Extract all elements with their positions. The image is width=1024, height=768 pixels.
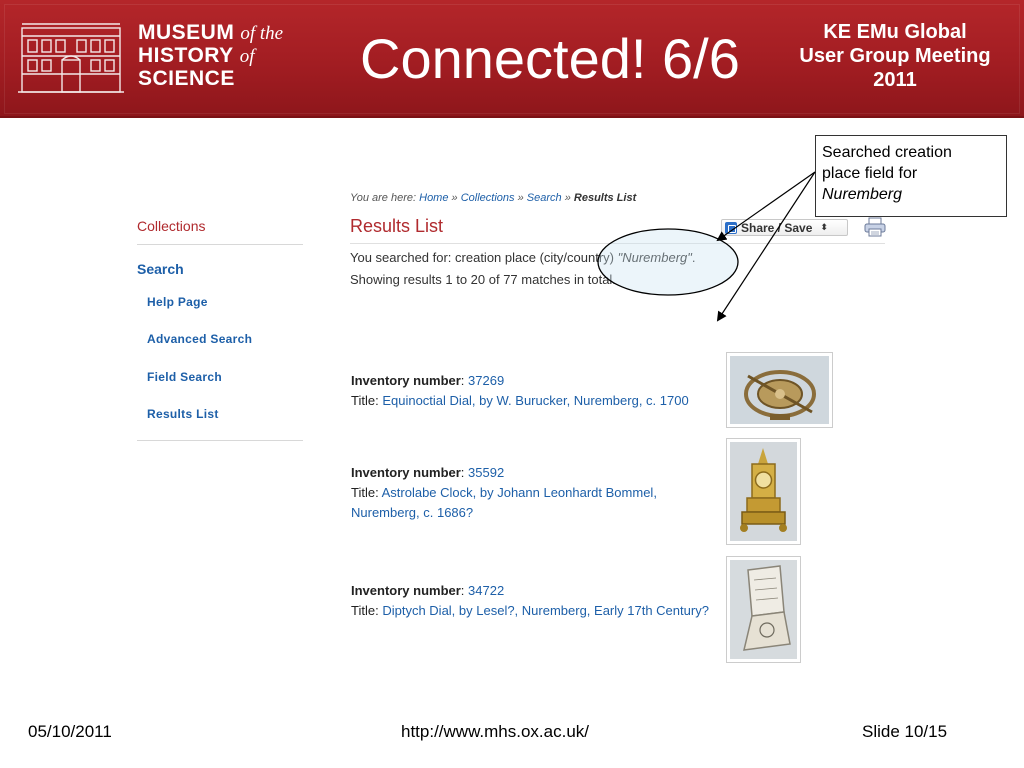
inventory-line: Inventory number: 34722 xyxy=(351,583,505,598)
result-item: Inventory number: 35592 Title: Astrolabe… xyxy=(351,463,721,523)
logo-italic: of the xyxy=(240,23,284,44)
sidebar-item-results-list[interactable]: Results List xyxy=(147,407,303,425)
astrolabe-clock-image xyxy=(730,442,797,541)
logo-italic: of xyxy=(239,46,255,67)
header-banner: MUSEUM of the HISTORY of SCIENCE Connected… xyxy=(0,0,1024,118)
breadcrumb-home-link[interactable]: Home xyxy=(419,192,448,204)
meeting-line: 2011 xyxy=(873,69,917,91)
printer-icon[interactable] xyxy=(864,217,886,237)
museum-building-icon xyxy=(18,23,124,93)
annotation-callout: Searched creation place field for Nuremb… xyxy=(815,135,1007,217)
meeting-line: KE EMu Global xyxy=(823,21,967,43)
inventory-label: Inventory number xyxy=(351,583,461,598)
share-save-label: Share / Save xyxy=(741,220,813,235)
inventory-number-link[interactable]: 37269 xyxy=(468,373,504,388)
query-suffix: . xyxy=(691,250,696,265)
diptych-dial-image xyxy=(730,560,797,659)
result-title-link[interactable]: Equinoctial Dial, by W. Burucker, Nuremb… xyxy=(382,393,688,408)
inventory-number-link[interactable]: 34722 xyxy=(468,583,504,598)
meeting-title: KE EMu Global User Group Meeting 2011 xyxy=(775,20,1015,100)
logo-word: HISTORY xyxy=(138,44,234,67)
museum-logo: MUSEUM of the HISTORY of SCIENCE xyxy=(138,22,318,102)
result-thumbnail[interactable] xyxy=(726,556,801,663)
query-value: "Nuremberg" xyxy=(617,250,692,265)
sidebar-item-advanced-search[interactable]: Advanced Search xyxy=(147,332,303,350)
callout-line: Searched creation xyxy=(822,144,952,161)
title-label: Title: xyxy=(351,603,379,618)
chevron-updown-icon: ⬍ xyxy=(820,222,828,232)
breadcrumb-prefix: You are here: xyxy=(350,192,417,204)
title-label: Title: xyxy=(351,393,379,408)
results-count: Showing results 1 to 20 of 77 matches in… xyxy=(350,272,616,287)
callout-line: Nuremberg xyxy=(822,186,903,203)
logo-word: MUSEUM xyxy=(138,21,235,44)
result-thumbnail[interactable] xyxy=(726,352,833,428)
slide-title: Connected! 6/6 xyxy=(360,27,740,90)
sidebar-divider xyxy=(137,244,303,245)
inventory-label: Inventory number xyxy=(351,465,461,480)
title-label: Title: xyxy=(351,485,379,500)
breadcrumb-separator: » xyxy=(517,192,524,204)
equinoctial-dial-image xyxy=(730,356,829,424)
footer-date: 05/10/2011 xyxy=(28,722,112,741)
page-title: Results List xyxy=(350,216,444,236)
breadcrumb-separator: » xyxy=(564,192,571,204)
breadcrumb-collections-link[interactable]: Collections xyxy=(461,192,515,204)
arrow-to-ellipse xyxy=(716,171,816,322)
title-line: Title: Diptych Dial, by Lesel?, Nurember… xyxy=(351,601,721,621)
inventory-label: Inventory number xyxy=(351,373,461,388)
share-save-button[interactable]: Share / Save ⬍ xyxy=(721,219,848,236)
result-thumbnail[interactable] xyxy=(726,438,801,545)
search-summary: You searched for: creation place (city/c… xyxy=(350,250,770,270)
title-line: Title: Equinoctial Dial, by W. Burucker,… xyxy=(351,391,721,411)
title-divider xyxy=(350,243,885,244)
breadcrumb-search-link[interactable]: Search xyxy=(527,192,562,204)
sidebar-divider xyxy=(137,440,303,441)
logo-word: SCIENCE xyxy=(138,67,235,90)
breadcrumb-current: Results List xyxy=(573,192,637,204)
sidebar-item-help-page[interactable]: Help Page xyxy=(147,295,303,313)
result-title-link[interactable]: Astrolabe Clock, by Johann Leonhardt Bom… xyxy=(351,485,657,520)
query-prefix: You searched for: creation place (city/c… xyxy=(350,250,614,265)
sidebar-search-link[interactable]: Search xyxy=(137,261,303,281)
inventory-number-link[interactable]: 35592 xyxy=(468,465,504,480)
breadcrumb: You are here: Home » Collections » Searc… xyxy=(350,192,730,210)
result-item: Inventory number: 37269 Title: Equinocti… xyxy=(351,371,721,411)
share-icon xyxy=(725,221,737,234)
footer-slide-number: Slide 10/15 xyxy=(862,722,948,741)
title-line: Title: Astrolabe Clock, by Johann Leonha… xyxy=(351,483,721,523)
footer-url[interactable]: http://www.mhs.ox.ac.uk/ xyxy=(401,722,641,744)
sidebar-collections-link[interactable]: Collections xyxy=(137,218,303,238)
callout-line: place field for xyxy=(822,165,918,182)
result-item: Inventory number: 34722 Title: Diptych D… xyxy=(351,581,721,621)
meeting-line: User Group Meeting xyxy=(799,45,991,67)
sidebar-item-field-search[interactable]: Field Search xyxy=(147,370,303,388)
result-title-link[interactable]: Diptych Dial, by Lesel?, Nuremberg, Earl… xyxy=(382,603,709,618)
breadcrumb-separator: » xyxy=(451,192,458,204)
inventory-line: Inventory number: 37269 xyxy=(351,373,505,388)
inventory-line: Inventory number: 35592 xyxy=(351,465,505,480)
